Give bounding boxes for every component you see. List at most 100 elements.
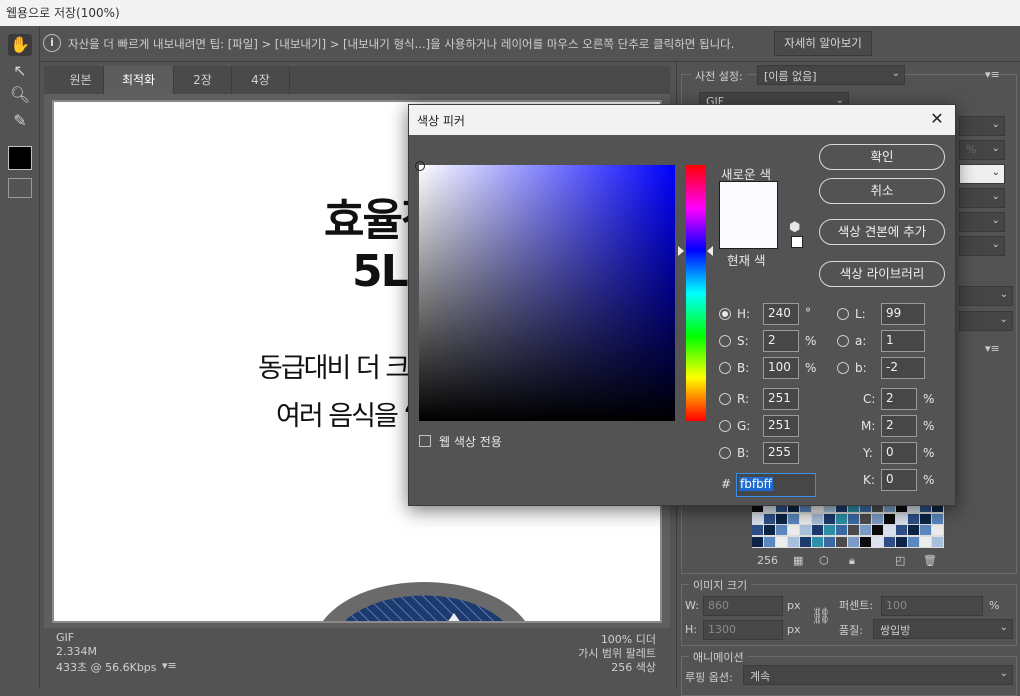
reduction-select[interactable]: ⌄ — [959, 116, 1005, 136]
palette-color-cell[interactable] — [932, 525, 943, 535]
h-input[interactable]: 240 — [763, 303, 799, 325]
palette-color-cell[interactable] — [776, 525, 787, 535]
palette-color-cell[interactable] — [824, 525, 835, 535]
palette-color-cell[interactable] — [812, 513, 823, 524]
loop-select[interactable]: 계속 ⌄ — [743, 665, 1013, 685]
out-of-gamut-cube-icon[interactable]: ⬢ — [789, 220, 800, 235]
radio-r[interactable] — [719, 393, 731, 405]
palette-color-cell[interactable] — [824, 536, 835, 547]
palette-color-cell[interactable] — [836, 536, 847, 547]
palette-color-cell[interactable] — [752, 513, 763, 524]
hue-slider-handle-right[interactable] — [707, 246, 713, 256]
blue-input[interactable]: 255 — [763, 442, 799, 464]
s-input[interactable]: 2 — [763, 330, 799, 352]
a-input[interactable]: 1 — [881, 330, 925, 352]
palette-color-cell[interactable] — [836, 513, 847, 524]
m-input[interactable]: 2 — [881, 415, 917, 437]
palette-color-cell[interactable] — [788, 536, 799, 547]
palette-color-cell[interactable] — [836, 525, 847, 535]
palette-color-cell[interactable] — [920, 525, 931, 535]
quality-select[interactable]: 쌍입방 ⌄ — [873, 619, 1013, 639]
palette-color-cell[interactable] — [848, 536, 859, 547]
palette-color-cell[interactable] — [776, 536, 787, 547]
new-color-icon[interactable]: ◰ — [895, 554, 905, 567]
cube-icon[interactable]: ⬡ — [819, 554, 829, 567]
cancel-button[interactable]: 취소 — [819, 178, 945, 204]
link-icon[interactable]: ⛓︎ — [811, 606, 831, 625]
preset-select[interactable]: [이름 없음] ⌄ — [757, 65, 905, 85]
download-speed-menu-icon[interactable]: ▾≡ — [162, 659, 177, 672]
tab-2up[interactable]: 2장 — [174, 66, 232, 94]
palette-color-cell[interactable] — [812, 525, 823, 535]
ok-button[interactable]: 확인 — [819, 144, 945, 170]
close-icon[interactable]: ✕ — [927, 109, 947, 129]
palette-color-cell[interactable] — [920, 513, 931, 524]
palette-color-cell[interactable] — [908, 525, 919, 535]
web-colors-only-checkbox[interactable] — [419, 435, 431, 447]
palette-color-cell[interactable] — [896, 536, 907, 547]
radio-blue[interactable] — [719, 447, 731, 459]
toggle-slice-visibility-icon[interactable] — [8, 178, 32, 198]
tab-optimized[interactable]: 최적화 — [104, 66, 174, 94]
map-to-web-icon[interactable]: ▦ — [793, 554, 803, 567]
palette-color-cell[interactable] — [752, 536, 763, 547]
palette-color-cell[interactable] — [872, 525, 883, 535]
palette-color-cell[interactable] — [860, 513, 871, 524]
lab-b-input[interactable]: -2 — [881, 357, 925, 379]
palette-color-cell[interactable] — [764, 525, 775, 535]
lock-icon[interactable]: 🔒︎ — [849, 554, 855, 568]
r-input[interactable]: 251 — [763, 388, 799, 410]
trash-icon[interactable]: 🗑︎ — [923, 554, 937, 567]
web-snap-select[interactable]: ⌄ — [959, 236, 1005, 256]
hue-slider[interactable] — [686, 165, 706, 421]
palette-color-cell[interactable] — [764, 536, 775, 547]
palette-color-cell[interactable] — [800, 536, 811, 547]
color-table[interactable] — [752, 502, 944, 548]
k-input[interactable]: 0 — [881, 469, 917, 491]
palette-color-cell[interactable] — [860, 525, 871, 535]
eyedropper-tool-icon[interactable]: ✎ — [8, 110, 32, 132]
zoom-tool-icon[interactable]: 🔍︎ — [8, 84, 32, 106]
add-to-swatches-button[interactable]: 색상 견본에 추가 — [819, 219, 945, 245]
palette-color-cell[interactable] — [800, 513, 811, 524]
palette-color-cell[interactable] — [800, 525, 811, 535]
palette-color-cell[interactable] — [884, 536, 895, 547]
palette-color-cell[interactable] — [860, 536, 871, 547]
palette-color-cell[interactable] — [896, 513, 907, 524]
radio-h[interactable] — [719, 308, 731, 320]
palette-color-cell[interactable] — [848, 513, 859, 524]
l-input[interactable]: 99 — [881, 303, 925, 325]
palette-color-cell[interactable] — [872, 536, 883, 547]
web-safe-color-swatch[interactable] — [791, 236, 803, 248]
tab-original[interactable]: 원본 — [58, 66, 104, 94]
palette-color-cell[interactable] — [896, 525, 907, 535]
g-input[interactable]: 251 — [763, 415, 799, 437]
percent-input[interactable]: 100 — [881, 596, 983, 616]
metadata-select[interactable]: ⌄ — [959, 286, 1013, 306]
saturation-brightness-field[interactable] — [415, 161, 675, 421]
hand-tool-icon[interactable]: ✋ — [8, 34, 32, 56]
width-input[interactable]: 860 — [703, 596, 783, 616]
radio-l[interactable] — [837, 308, 849, 320]
c-input[interactable]: 2 — [881, 388, 917, 410]
dither-amount[interactable]: % ⌄ — [959, 140, 1005, 160]
palette-color-cell[interactable] — [788, 513, 799, 524]
y-input[interactable]: 0 — [881, 442, 917, 464]
palette-color-cell[interactable] — [908, 513, 919, 524]
matte-select[interactable]: ⌄ — [959, 164, 1005, 184]
palette-color-cell[interactable] — [872, 513, 883, 524]
radio-a[interactable] — [837, 335, 849, 347]
color-marker[interactable] — [415, 161, 425, 171]
palette-color-cell[interactable] — [932, 536, 943, 547]
palette-color-cell[interactable] — [752, 525, 763, 535]
hue-slider-handle-left[interactable] — [678, 246, 684, 256]
palette-color-cell[interactable] — [908, 536, 919, 547]
color-libraries-button[interactable]: 색상 라이브러리 — [819, 261, 945, 287]
palette-color-cell[interactable] — [932, 513, 943, 524]
dither-select[interactable]: ⌄ — [959, 212, 1005, 232]
slice-select-tool-icon[interactable]: ↖ — [8, 60, 32, 82]
radio-g[interactable] — [719, 420, 731, 432]
height-input[interactable]: 1300 — [703, 620, 783, 640]
radio-b[interactable] — [719, 362, 731, 374]
learn-more-button[interactable]: 자세히 알아보기 — [774, 31, 872, 56]
